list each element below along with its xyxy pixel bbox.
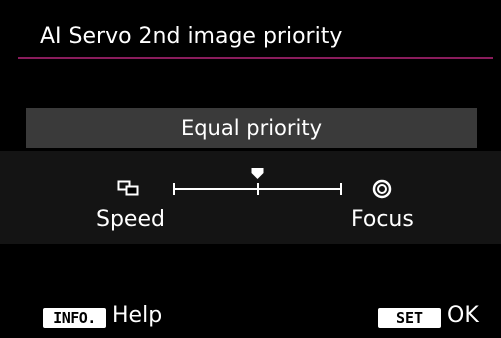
slider-left-label: Speed (96, 207, 165, 232)
info-button-key: INFO. (53, 309, 96, 327)
title-divider (18, 57, 493, 59)
current-setting-box: Equal priority (26, 108, 477, 148)
page-title: AI Servo 2nd image priority (40, 24, 343, 49)
set-button-key: SET (395, 309, 424, 327)
focus-priority-icon (372, 179, 392, 199)
continuous-shooting-speed-icon (117, 180, 141, 196)
priority-slider[interactable] (170, 168, 346, 198)
set-button[interactable]: SET (378, 308, 441, 328)
ok-label: OK (447, 303, 479, 328)
slider-position-marker (251, 168, 264, 179)
help-label: Help (112, 303, 163, 328)
camera-menu-screen: AI Servo 2nd image priority Equal priori… (0, 0, 501, 338)
current-setting-label: Equal priority (180, 116, 323, 140)
slider-right-label: Focus (351, 207, 414, 232)
info-button[interactable]: INFO. (43, 308, 106, 328)
title-bar: AI Servo 2nd image priority (18, 0, 493, 59)
